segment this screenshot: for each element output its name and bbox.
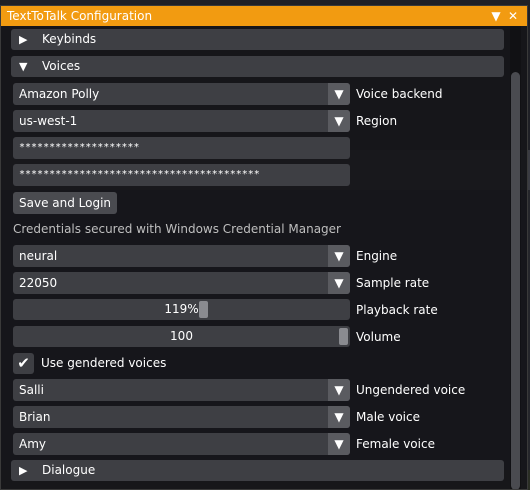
close-icon[interactable]: ✕ <box>506 6 520 26</box>
region-select[interactable]: us-west-1 ▼ <box>13 110 350 132</box>
section-header-keybinds[interactable]: ▶ Keybinds <box>11 29 504 50</box>
ungendered-voice-value: Salli <box>19 383 44 397</box>
title-bar[interactable]: TextToTalk Configuration ▼ ✕ <box>1 6 527 26</box>
secret-key-input[interactable]: **************************************** <box>13 164 350 186</box>
section-label-keybinds: Keybinds <box>42 32 97 46</box>
engine-label: Engine <box>356 249 398 263</box>
female-voice-label: Female voice <box>356 437 435 451</box>
volume-label: Volume <box>356 330 401 344</box>
sample-rate-label: Sample rate <box>356 276 430 290</box>
chevron-down-icon[interactable]: ▼ <box>328 272 350 294</box>
chevron-down-icon[interactable]: ▼ <box>328 110 350 132</box>
region-label: Region <box>356 114 398 128</box>
chevron-down-icon[interactable]: ▼ <box>328 245 350 267</box>
gendered-voices-checkbox[interactable]: ✔ <box>13 353 34 374</box>
section-header-voices[interactable]: ▼ Voices <box>11 56 504 77</box>
region-value: us-west-1 <box>19 114 78 128</box>
chevron-down-icon[interactable]: ▼ <box>328 433 350 455</box>
voice-backend-select[interactable]: Amazon Polly ▼ <box>13 83 350 105</box>
male-voice-label: Male voice <box>356 410 420 424</box>
access-key-input[interactable]: ******************** <box>13 137 350 159</box>
ungendered-voice-select[interactable]: Salli ▼ <box>13 379 350 401</box>
chevron-down-icon[interactable]: ▼ <box>328 406 350 428</box>
section-header-dialogue[interactable]: ▶ Dialogue <box>11 460 504 481</box>
engine-select[interactable]: neural ▼ <box>13 245 350 267</box>
secret-key-value: **************************************** <box>19 169 260 180</box>
access-key-value: ******************** <box>19 142 140 153</box>
playback-rate-label: Playback rate <box>356 303 438 317</box>
voice-backend-value: Amazon Polly <box>19 87 100 101</box>
female-voice-value: Amy <box>19 437 46 451</box>
window-title: TextToTalk Configuration <box>7 9 153 23</box>
chevron-down-icon[interactable]: ▼ <box>328 83 350 105</box>
male-voice-select[interactable]: Brian ▼ <box>13 406 350 428</box>
window-content: ▶ Keybinds ▼ Voices Amazon Polly ▼ Voice… <box>1 26 527 489</box>
triangle-down-icon: ▼ <box>19 60 28 73</box>
volume-value: 100 <box>170 329 193 343</box>
sample-rate-value: 22050 <box>19 276 58 290</box>
gendered-voices-label: Use gendered voices <box>41 356 167 370</box>
sample-rate-select[interactable]: 22050 ▼ <box>13 272 350 294</box>
section-label-dialogue: Dialogue <box>42 463 96 477</box>
check-icon: ✔ <box>17 354 30 372</box>
triangle-right-icon: ▶ <box>19 33 28 46</box>
triangle-down-icon[interactable]: ▼ <box>489 6 503 26</box>
voice-backend-label: Voice backend <box>356 87 443 101</box>
triangle-right-icon: ▶ <box>19 464 28 477</box>
slider-grab[interactable] <box>339 328 348 345</box>
playback-rate-slider[interactable]: 119% <box>13 299 350 320</box>
slider-grab[interactable] <box>198 301 208 318</box>
credentials-note: Credentials secured with Windows Credent… <box>13 222 341 236</box>
male-voice-value: Brian <box>19 410 51 424</box>
section-label-voices: Voices <box>42 59 81 73</box>
playback-rate-value: 119% <box>164 302 199 316</box>
chevron-down-icon[interactable]: ▼ <box>328 379 350 401</box>
volume-slider[interactable]: 100 <box>13 326 350 347</box>
engine-value: neural <box>19 249 58 263</box>
save-and-login-button[interactable]: Save and Login <box>13 192 118 214</box>
female-voice-select[interactable]: Amy ▼ <box>13 433 350 455</box>
scrollbar[interactable] <box>510 26 521 489</box>
ungendered-voice-label: Ungendered voice <box>356 383 466 397</box>
scrollbar-thumb[interactable] <box>511 72 520 489</box>
config-window: TextToTalk Configuration ▼ ✕ ▶ Keybinds … <box>0 5 528 490</box>
